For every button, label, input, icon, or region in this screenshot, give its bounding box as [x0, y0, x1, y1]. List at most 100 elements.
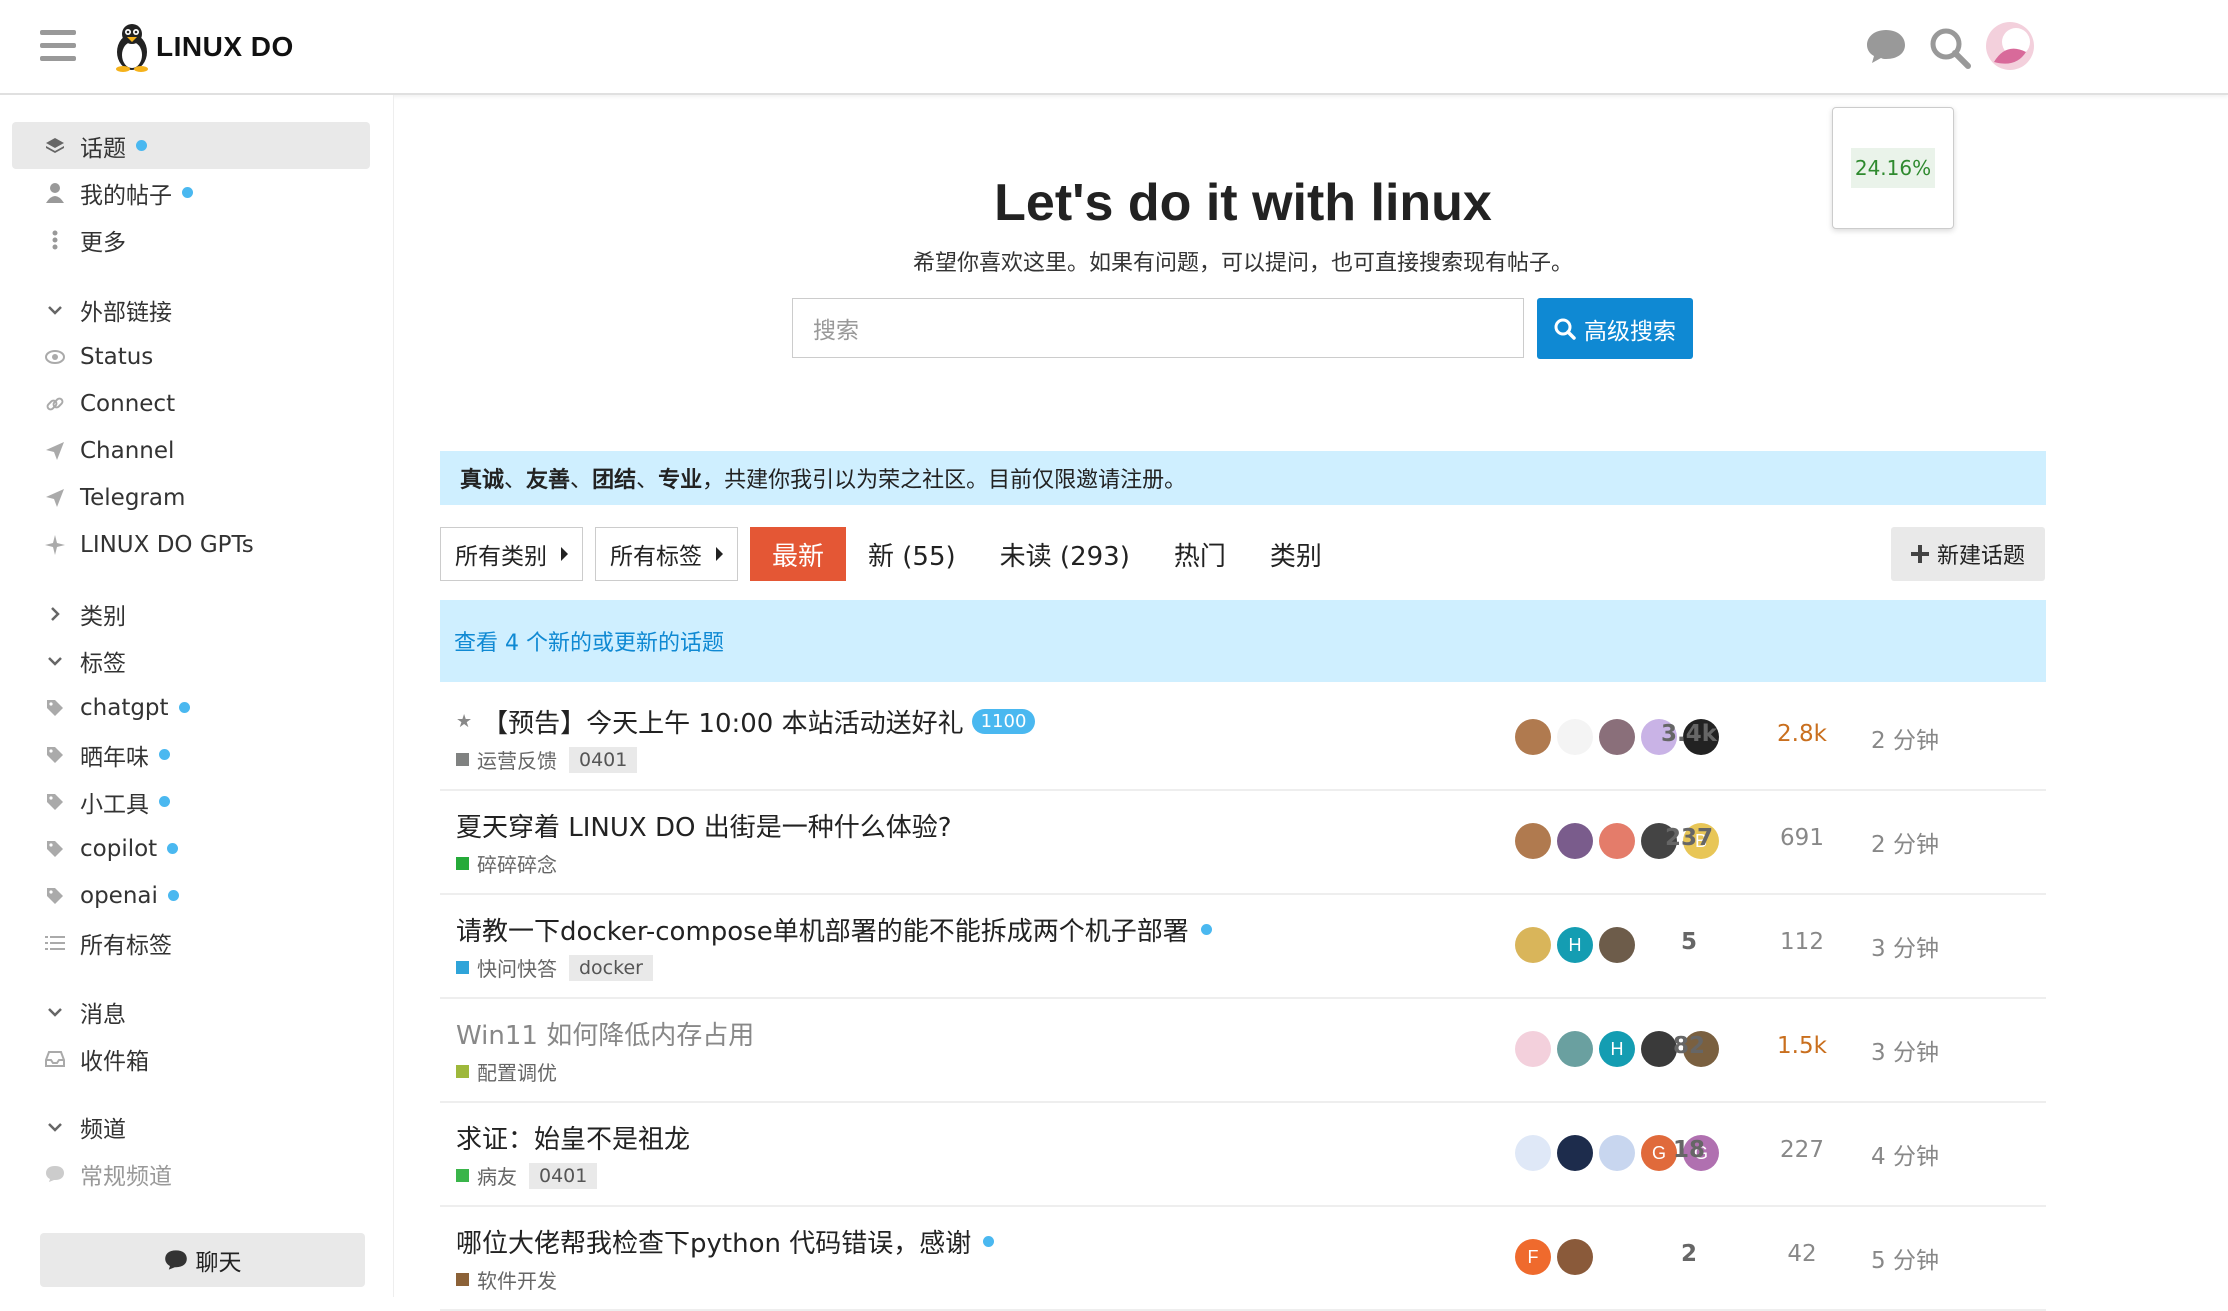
sidebar-item-status[interactable]: Status: [12, 333, 370, 380]
sidebar-item-connect[interactable]: Connect: [12, 380, 370, 427]
topic-title[interactable]: 请教一下docker-compose单机部署的能不能拆成两个机子部署: [456, 911, 1189, 948]
chat-icon: [164, 1250, 187, 1270]
activity-time[interactable]: 3 分钟: [1840, 1033, 1970, 1067]
topic-title-line: 请教一下docker-compose单机部署的能不能拆成两个机子部署: [456, 911, 1212, 948]
site-logo[interactable]: LINUX DO: [112, 22, 294, 72]
tab-unread[interactable]: 未读 (293): [978, 527, 1152, 581]
avatar[interactable]: H: [1599, 1031, 1635, 1067]
sidebar-section-tags[interactable]: 标签: [12, 637, 370, 684]
topic-title[interactable]: 求证：始皇不是祖龙: [456, 1119, 690, 1156]
tab-latest[interactable]: 最新: [750, 527, 847, 581]
search-input[interactable]: 搜索: [792, 298, 1524, 358]
category-dropdown[interactable]: 所有类别: [440, 527, 583, 581]
advanced-search-label: 高级搜索: [1584, 318, 1676, 345]
sidebar-item-tag-nianwei[interactable]: 晒年味: [12, 731, 370, 778]
topic-row[interactable]: Win11 如何降低内存占用 配置调优 H 82 1.5k 3 分钟: [440, 997, 2046, 1103]
search-icon[interactable]: [1928, 26, 1972, 70]
logo-text: LINUX DO: [156, 31, 294, 62]
reply-count[interactable]: 2: [1639, 1241, 1739, 1267]
sidebar-item-tag-openai[interactable]: openai: [12, 872, 370, 919]
sidebar-item-all-tags[interactable]: 所有标签: [12, 919, 370, 966]
user-avatar[interactable]: [1986, 22, 2034, 70]
avatar[interactable]: [1515, 719, 1551, 755]
avatar[interactable]: [1557, 1239, 1593, 1275]
search-icon: [1554, 318, 1576, 340]
sidebar-item-tag-copilot[interactable]: copilot: [12, 825, 370, 872]
avatar[interactable]: [1557, 1031, 1593, 1067]
site-header: LINUX DO: [0, 0, 2228, 95]
avatar[interactable]: [1599, 1135, 1635, 1171]
advanced-search-button[interactable]: 高级搜索: [1537, 298, 1693, 359]
reply-count[interactable]: 237: [1639, 825, 1739, 851]
topic-title[interactable]: 哪位大佬帮我检查下python 代码错误，感谢: [456, 1223, 971, 1260]
avatar[interactable]: [1557, 1135, 1593, 1171]
topic-tag[interactable]: 0401: [529, 1162, 598, 1189]
reply-count[interactable]: 82: [1639, 1033, 1739, 1059]
sidebar-section-messages[interactable]: 消息: [12, 988, 370, 1035]
avatar[interactable]: [1515, 1031, 1551, 1067]
topic-category[interactable]: 病友: [477, 1161, 517, 1190]
avatar[interactable]: [1599, 823, 1635, 859]
section-title: 标签: [80, 650, 126, 677]
topic-category[interactable]: 配置调优: [477, 1057, 557, 1086]
topic-row[interactable]: 请教一下docker-compose单机部署的能不能拆成两个机子部署快问快答 do…: [440, 893, 2046, 999]
topic-row[interactable]: 夏天穿着 LINUX DO 出街是一种什么体验? 碎碎碎念 B 237 691 2 分钟: [440, 789, 2046, 895]
sidebar-item-my-posts[interactable]: 我的帖子: [12, 169, 370, 216]
activity-time[interactable]: 5 分钟: [1840, 1241, 1970, 1275]
topic-category[interactable]: 碎碎碎念: [477, 849, 557, 878]
avatar[interactable]: [1599, 719, 1635, 755]
topic-tag[interactable]: 0401: [569, 746, 638, 773]
topic-category[interactable]: 快问快答: [477, 953, 557, 982]
activity-time[interactable]: 3 分钟: [1840, 929, 1970, 963]
avatar[interactable]: H: [1557, 927, 1593, 963]
sidebar-item-channel[interactable]: Channel: [12, 427, 370, 474]
avatar[interactable]: [1599, 927, 1635, 963]
reply-count[interactable]: 18: [1639, 1137, 1739, 1163]
topic-category[interactable]: 运营反馈: [477, 745, 557, 774]
sidebar-item-tag-tools[interactable]: 小工具: [12, 778, 370, 825]
avatar[interactable]: [1557, 823, 1593, 859]
activity-time[interactable]: 4 分钟: [1840, 1137, 1970, 1171]
chat-bubble-icon[interactable]: [1864, 26, 1908, 66]
reply-count[interactable]: 3.4k: [1639, 721, 1739, 747]
unread-count-badge[interactable]: 1100: [971, 709, 1036, 734]
sidebar-item-label: Status: [80, 343, 154, 370]
sidebar-item-tag-chatgpt[interactable]: chatgpt: [12, 684, 370, 731]
topic-title[interactable]: 夏天穿着 LINUX DO 出街是一种什么体验?: [456, 807, 952, 844]
user-icon: [44, 182, 66, 204]
topic-title[interactable]: Win11 如何降低内存占用: [456, 1015, 754, 1052]
activity-time[interactable]: 2 分钟: [1840, 825, 1970, 859]
sidebar-section-external[interactable]: 外部链接: [12, 286, 370, 333]
tab-new[interactable]: 新 (55): [846, 527, 978, 581]
avatar[interactable]: [1515, 927, 1551, 963]
sidebar-section-categories[interactable]: 类别: [12, 590, 370, 637]
avatar[interactable]: [1515, 823, 1551, 859]
activity-time[interactable]: 2 分钟: [1840, 721, 1970, 755]
percent-widget: 24.16%: [1832, 107, 1954, 229]
tab-categories[interactable]: 类别: [1248, 527, 1344, 581]
sidebar-item-inbox[interactable]: 收件箱: [12, 1035, 370, 1082]
sidebar-item-general-channel[interactable]: 常规频道: [12, 1150, 370, 1197]
sidebar-section-channels[interactable]: 频道: [12, 1103, 370, 1150]
sidebar-item-more[interactable]: 更多: [12, 216, 370, 263]
topic-title[interactable]: 【预告】今天上午 10:00 本站活动送好礼: [482, 703, 963, 740]
reply-count[interactable]: 5: [1639, 929, 1739, 955]
topic-category[interactable]: 软件开发: [477, 1265, 557, 1294]
hamburger-icon[interactable]: [40, 30, 76, 62]
avatar[interactable]: [1515, 1135, 1551, 1171]
sidebar-item-telegram[interactable]: Telegram: [12, 474, 370, 521]
topic-row[interactable]: ★ 【预告】今天上午 10:00 本站活动送好礼 1100 运营反馈 0401 3.4k 2…: [440, 685, 2046, 791]
topic-row[interactable]: 哪位大佬帮我检查下python 代码错误，感谢 软件开发 F 2 42 5 分钟: [440, 1205, 2046, 1311]
topic-tag[interactable]: docker: [569, 954, 653, 981]
new-topics-link[interactable]: 查看 4 个新的或更新的话题: [440, 600, 2046, 682]
sidebar-item-gpts[interactable]: LINUX DO GPTs: [12, 521, 370, 568]
avatar[interactable]: [1557, 719, 1593, 755]
tag-dropdown[interactable]: 所有标签: [595, 527, 738, 581]
topic-row[interactable]: 求证：始皇不是祖龙 病友 0401 G G 18 227 4 分钟: [440, 1101, 2046, 1207]
avatar[interactable]: F: [1515, 1239, 1551, 1275]
tab-hot[interactable]: 热门: [1152, 527, 1248, 581]
new-topic-button[interactable]: 新建话题: [1891, 527, 2045, 581]
chat-button[interactable]: 聊天: [40, 1233, 365, 1287]
tag-icon: [44, 744, 66, 766]
sidebar-item-topics[interactable]: 话题: [12, 122, 370, 169]
